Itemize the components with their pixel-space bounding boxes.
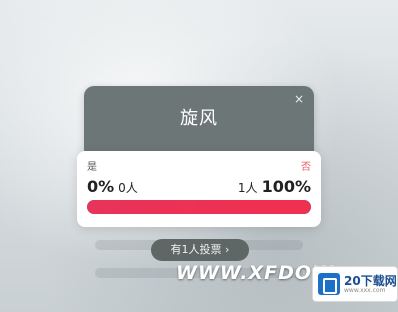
watermark-text: WWW.XFDOW [176, 262, 334, 284]
left-stats: 0% 0人 [87, 177, 138, 196]
left-percent: 0% [87, 177, 115, 196]
left-option-label: 是 [87, 162, 97, 173]
vote-progress-bar [87, 200, 311, 214]
poll-title: 旋风 [180, 108, 218, 129]
right-percent: 100% [261, 177, 311, 196]
left-count: 0人 [118, 181, 138, 195]
vote-count-button[interactable]: 有1人投票 › [151, 239, 249, 261]
logo-icon [318, 273, 340, 295]
site-logo: 20下载网 www.xxx.com [312, 266, 398, 302]
logo-subtext: www.xxx.com [344, 287, 386, 294]
poll-card: 是 否 0% 0人 1人 100% [77, 151, 321, 227]
right-option-label: 否 [301, 162, 311, 173]
right-count: 1人 [237, 181, 258, 195]
vote-progress-fill [87, 200, 311, 214]
close-icon[interactable]: × [292, 92, 306, 106]
right-stats: 1人 100% [238, 177, 311, 196]
